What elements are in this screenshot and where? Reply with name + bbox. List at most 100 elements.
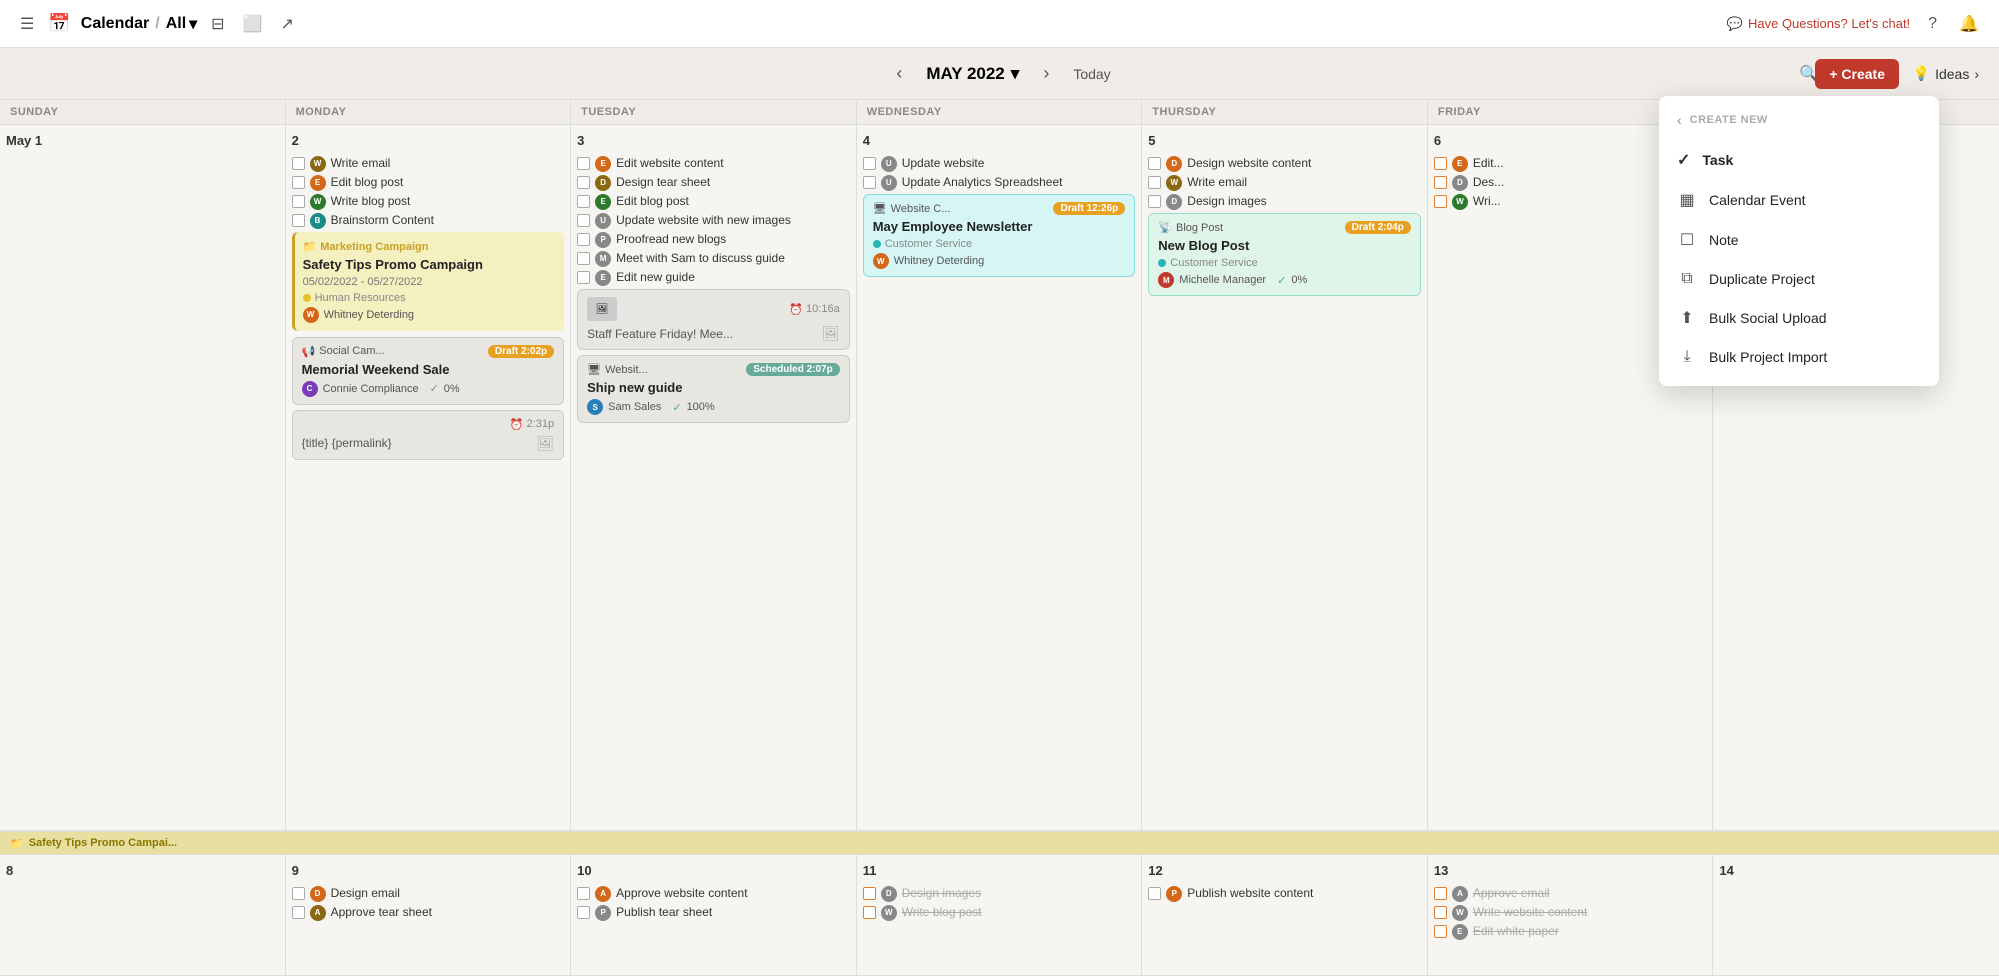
task-checkbox[interactable] (292, 887, 305, 900)
draft-badge: Draft 2:02p (488, 345, 554, 358)
task-checkbox[interactable] (292, 157, 305, 170)
dropdown-item-duplicate-project[interactable]: ⧉ Duplicate Project (1659, 260, 1939, 298)
task-design-images[interactable]: D Design images (1148, 194, 1421, 210)
day-sunday: SUNDAY (0, 100, 286, 124)
task-checkbox[interactable] (292, 176, 305, 189)
task-publish-website[interactable]: P Publish website content (1148, 886, 1421, 902)
view-selector[interactable]: All ▾ (166, 14, 197, 34)
task-checkbox[interactable] (1434, 176, 1447, 189)
hamburger-menu-button[interactable]: ☰ (16, 10, 38, 38)
task-checkbox[interactable] (1148, 195, 1161, 208)
task-checkbox[interactable] (1434, 157, 1447, 170)
notifications-button[interactable]: 🔔 (1955, 10, 1983, 38)
task-label: Update website (902, 156, 985, 172)
marketing-campaign-card[interactable]: 📁 Marketing Campaign Safety Tips Promo C… (292, 232, 565, 331)
dropdown-item-note[interactable]: ☐ Note (1659, 220, 1939, 260)
display-button[interactable]: ⬜ (239, 10, 267, 38)
avatar: M (1158, 272, 1174, 288)
task-checkbox[interactable] (577, 233, 590, 246)
task-edit-white-paper-strike[interactable]: E Edit white paper (1434, 924, 1707, 940)
task-approve-email-strike[interactable]: A Approve email (1434, 886, 1707, 902)
dropdown-item-task[interactable]: ✓ Task (1659, 140, 1939, 180)
task-design-email[interactable]: D Design email (292, 886, 565, 902)
task-checkbox[interactable] (863, 157, 876, 170)
task-checkbox[interactable] (863, 887, 876, 900)
social-campaign-card[interactable]: 📢 Social Cam... Draft 2:02p Memorial Wee… (292, 337, 565, 405)
task-edit-blog[interactable]: E Edit blog post (292, 175, 565, 191)
help-chat-link[interactable]: 💬 Have Questions? Let's chat! (1727, 16, 1910, 32)
cell-tue3: 3 E Edit website content D Design tear s… (571, 125, 857, 831)
task-checkbox[interactable] (292, 214, 305, 227)
ideas-button[interactable]: 💡 Ideas › (1913, 65, 1979, 82)
dropdown-item-bulk-social[interactable]: ⬆ Bulk Social Upload (1659, 298, 1939, 338)
task-design-images-strike[interactable]: D Design images (863, 886, 1136, 902)
task-write-email[interactable]: W Write email (292, 156, 565, 172)
task-update-website-images[interactable]: U Update website with new images (577, 213, 850, 229)
task-write-email-thu[interactable]: W Write email (1148, 175, 1421, 191)
share-button[interactable]: ↗ (277, 10, 298, 38)
calendar-event-icon: ▦ (1677, 190, 1697, 210)
avatar: D (1452, 175, 1468, 191)
task-write-blog-strike[interactable]: W Write blog post (863, 905, 1136, 921)
next-month-button[interactable]: › (1035, 59, 1057, 88)
task-brainstorm[interactable]: B Brainstorm Content (292, 213, 565, 229)
dropdown-item-bulk-import[interactable]: ⤓ Bulk Project Import (1659, 338, 1939, 376)
task-approve-tear[interactable]: A Approve tear sheet (292, 905, 565, 921)
card-type: 📡 Blog Post (1158, 221, 1223, 234)
task-checkbox[interactable] (577, 887, 590, 900)
task-publish-tear[interactable]: P Publish tear sheet (577, 905, 850, 921)
task-meet-sam[interactable]: M Meet with Sam to discuss guide (577, 251, 850, 267)
task-update-analytics[interactable]: U Update Analytics Spreadsheet (863, 175, 1136, 191)
task-design-web-content[interactable]: D Design website content (1148, 156, 1421, 172)
task-edit-website[interactable]: E Edit website content (577, 156, 850, 172)
task-write-website-strike[interactable]: W Write website content (1434, 905, 1707, 921)
cell-fri13: 13 A Approve email W Write website conte… (1428, 855, 1714, 975)
task-checkbox[interactable] (577, 271, 590, 284)
blog-post-card[interactable]: 📡 Blog Post Draft 2:04p New Blog Post Cu… (1148, 213, 1421, 296)
task-write-blog[interactable]: W Write blog post (292, 194, 565, 210)
dropdown-back-button[interactable]: ‹ (1677, 112, 1682, 128)
task-checkbox[interactable] (577, 214, 590, 227)
task-checkbox[interactable] (1148, 887, 1161, 900)
create-button[interactable]: + Create (1815, 59, 1899, 89)
task-checkbox[interactable] (292, 195, 305, 208)
card-header: 📡 Blog Post Draft 2:04p (1158, 221, 1411, 234)
cell-sat14: 14 (1713, 855, 1999, 975)
task-approve-website[interactable]: A Approve website content (577, 886, 850, 902)
task-checkbox[interactable] (1434, 887, 1447, 900)
ship-guide-card[interactable]: 🖥 Websit... Scheduled 2:07p Ship new gui… (577, 355, 850, 423)
dropdown-item-calendar-event[interactable]: ▦ Calendar Event (1659, 180, 1939, 220)
task-checkbox[interactable] (577, 176, 590, 189)
task-checkbox[interactable] (577, 195, 590, 208)
task-edit-blog-tue[interactable]: E Edit blog post (577, 194, 850, 210)
filter-button[interactable]: ⊟ (207, 10, 228, 38)
staff-feature-card[interactable]: 🖼 ⏰ 10:16a Staff Feature Friday! Mee... … (577, 289, 850, 350)
dropdown-header: ‹ CREATE NEW (1659, 106, 1939, 140)
today-button[interactable]: Today (1073, 66, 1110, 82)
task-checkbox[interactable] (577, 252, 590, 265)
avatar: U (881, 175, 897, 191)
task-checkbox[interactable] (577, 906, 590, 919)
task-checkbox[interactable] (1434, 195, 1447, 208)
image-card[interactable]: ⏰ 2:31p {title} {permalink} 🖼 (292, 410, 565, 460)
task-edit-guide[interactable]: E Edit new guide (577, 270, 850, 286)
prev-month-button[interactable]: ‹ (888, 59, 910, 88)
task-checkbox[interactable] (577, 157, 590, 170)
task-checkbox[interactable] (1434, 906, 1447, 919)
avatar: P (595, 905, 611, 921)
task-checkbox[interactable] (292, 906, 305, 919)
cell-may1: May 1 (0, 125, 286, 831)
newsletter-card[interactable]: 🖥 Website C... Draft 12:26p May Employee… (863, 194, 1136, 277)
task-design-tear[interactable]: D Design tear sheet (577, 175, 850, 191)
task-checkbox[interactable] (863, 906, 876, 919)
task-update-website[interactable]: U Update website (863, 156, 1136, 172)
task-checkbox[interactable] (863, 176, 876, 189)
card-title: May Employee Newsletter (873, 219, 1126, 234)
task-proofread[interactable]: P Proofread new blogs (577, 232, 850, 248)
task-checkbox[interactable] (1434, 925, 1447, 938)
help-button[interactable]: ? (1924, 11, 1941, 37)
date-tue10: 10 (577, 861, 850, 880)
month-title[interactable]: MAY 2022 ▾ (926, 64, 1019, 84)
task-checkbox[interactable] (1148, 157, 1161, 170)
task-checkbox[interactable] (1148, 176, 1161, 189)
